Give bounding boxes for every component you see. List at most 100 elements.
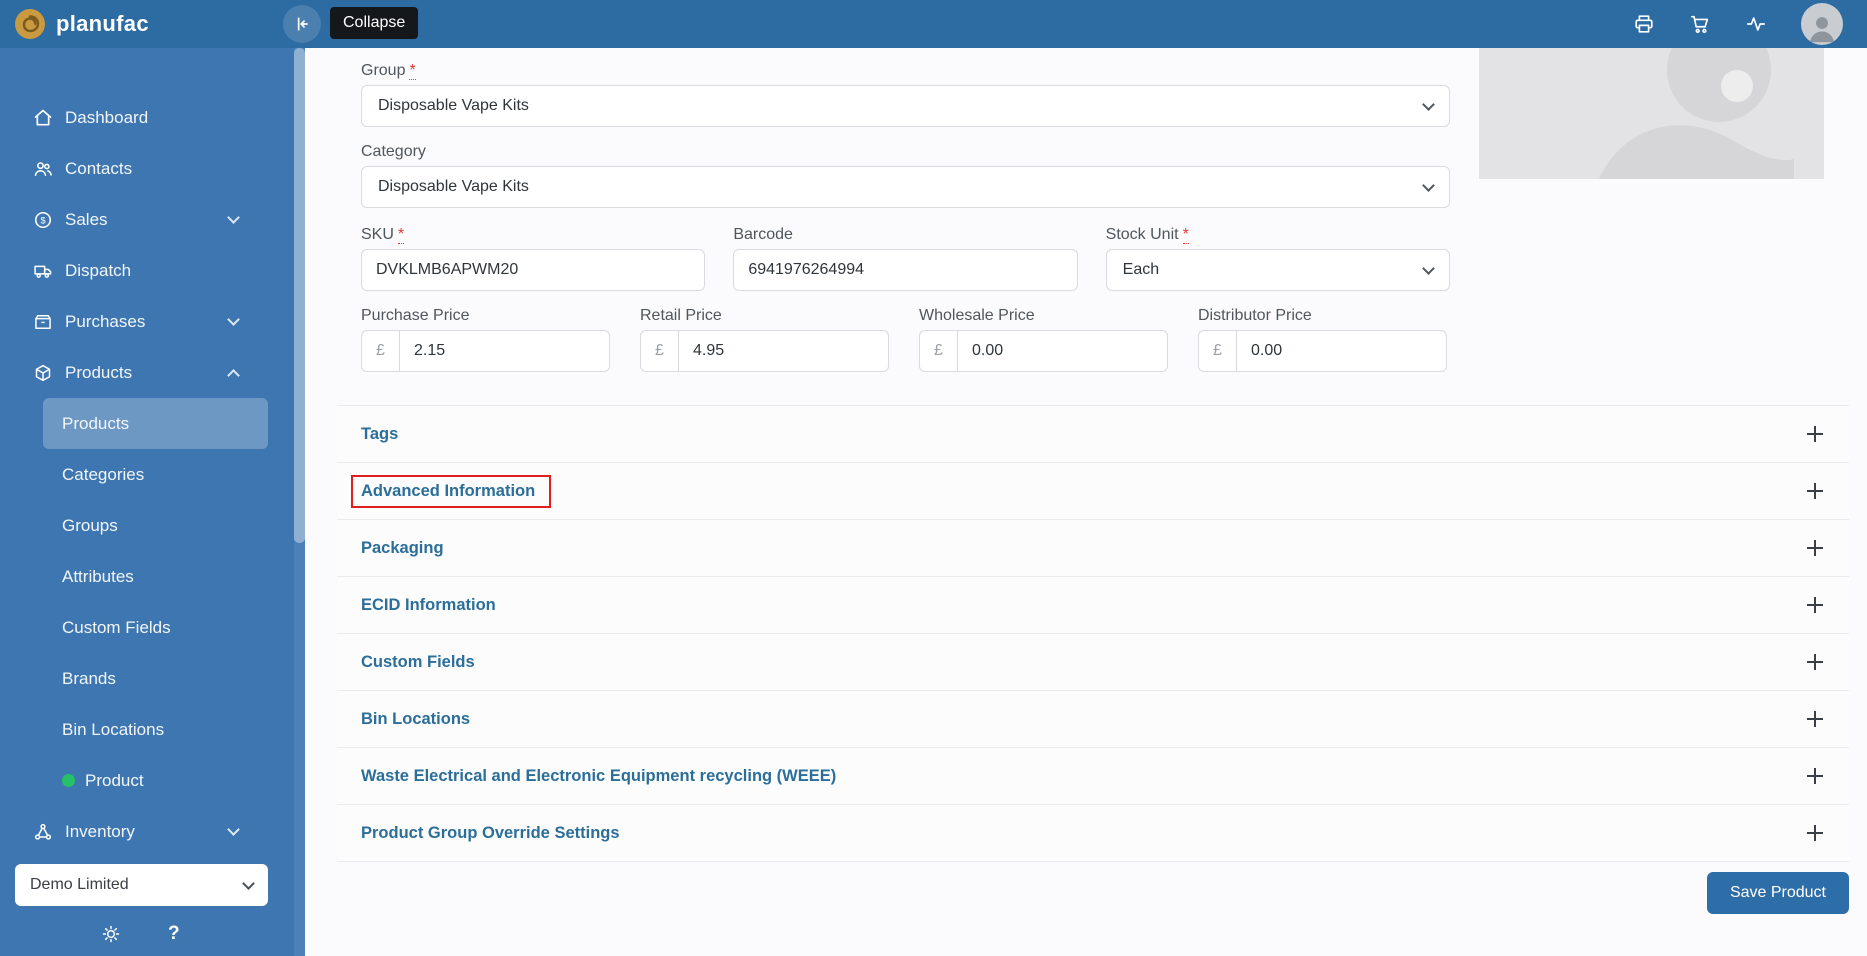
contacts-icon [33,159,55,179]
avatar[interactable] [1801,3,1843,45]
brand-name: planufac [56,11,149,36]
section-tags[interactable]: Tags [337,405,1849,462]
sidebar-item-label: Inventory [65,821,135,841]
section-weee[interactable]: Waste Electrical and Electronic Equipmen… [337,747,1849,804]
sidebar-item-label: Products [65,362,133,382]
sidebar-subitem-label: Custom Fields [62,617,171,637]
purchase-price-label: Purchase Price [361,307,470,324]
currency-prefix: £ [1198,330,1236,372]
plus-icon[interactable] [1807,540,1823,556]
sidebar-subitem-custom-fields[interactable]: Custom Fields [43,602,268,653]
distributor-price-input[interactable] [1236,330,1447,372]
barcode-input[interactable] [733,249,1078,291]
chevron-down-icon [227,211,240,224]
green-dot-icon [62,774,75,787]
sidebar-item-sales[interactable]: $ Sales [0,194,305,245]
section-product-group-override[interactable]: Product Group Override Settings [337,804,1849,861]
sidebar-subitem-label: Groups [62,515,118,535]
sidebar-subitem-categories[interactable]: Categories [43,449,268,500]
company-select-value: Demo Limited [30,876,129,893]
chevron-down-icon [1422,178,1435,192]
planufac-logo-icon [14,8,46,40]
printer-icon[interactable] [1633,13,1655,35]
sidebar-scrollbar[interactable] [294,48,305,956]
sidebar-item-label: Sales [65,209,108,229]
sidebar-subitem-attributes[interactable]: Attributes [43,551,268,602]
purchases-icon [33,312,55,332]
section-custom-fields[interactable]: Custom Fields [337,633,1849,690]
currency-prefix: £ [361,330,399,372]
sidebar-item-label: Dashboard [65,107,149,127]
sidebar-subitem-label: Brands [62,668,116,688]
stock-unit-select[interactable]: Each [1105,249,1450,291]
plus-icon[interactable] [1807,825,1823,841]
highlighted-section-label: Advanced Information [351,474,552,508]
chevron-down-icon [227,823,240,836]
section-advanced-information[interactable]: Advanced Information [337,462,1849,519]
group-select[interactable]: Disposable Vape Kits [361,85,1450,127]
plus-icon[interactable] [1807,768,1823,784]
sidebar-subitem-products[interactable]: Products [43,398,268,449]
activity-icon[interactable] [1745,13,1767,35]
required-asterisk: * [409,62,416,80]
distributor-price-label: Distributor Price [1198,307,1312,324]
purchase-price-input[interactable] [399,330,610,372]
sidebar-item-contacts[interactable]: Contacts [0,143,305,194]
save-product-button[interactable]: Save Product [1706,872,1849,914]
chevron-down-icon [1422,261,1435,275]
collapse-sidebar-button[interactable] [283,5,321,43]
plus-icon[interactable] [1807,597,1823,613]
sku-input[interactable] [361,249,706,291]
sidebar-subitem-label: Categories [62,464,145,484]
sidebar-subitem-brands[interactable]: Brands [43,653,268,704]
theme-toggle-button[interactable] [101,924,121,944]
retail-price-label: Retail Price [640,307,722,324]
plus-icon[interactable] [1807,654,1823,670]
sku-label: SKU * [361,226,405,244]
plus-icon[interactable] [1807,426,1823,442]
sidebar-item-purchases[interactable]: Purchases [0,296,305,347]
section-bin-locations[interactable]: Bin Locations [337,690,1849,747]
chevron-up-icon [227,368,240,382]
sidebar-subitem-product[interactable]: Product [43,755,268,806]
product-image-placeholder[interactable] [1479,48,1824,179]
required-asterisk: * [1182,226,1189,244]
collapse-icon [292,14,312,34]
products-icon [33,363,55,383]
sidebar-subitem-label: Product [85,770,144,790]
stock-unit-select-value: Each [1122,261,1160,278]
retail-price-input[interactable] [678,330,889,372]
barcode-label: Barcode [733,226,793,243]
sidebar-item-label: Purchases [65,311,146,331]
sidebar-item-products[interactable]: Products [0,347,305,398]
inventory-icon [33,822,55,842]
category-select[interactable]: Disposable Vape Kits [361,166,1450,208]
help-button[interactable]: ? [168,923,180,945]
plus-icon[interactable] [1807,483,1823,499]
group-select-value: Disposable Vape Kits [378,97,529,114]
section-packaging[interactable]: Packaging [337,519,1849,576]
sidebar: Dashboard Contacts $ Sales Dispatch Purc… [0,48,305,956]
sidebar-item-dashboard[interactable]: Dashboard [0,92,305,143]
wholesale-price-input[interactable] [957,330,1168,372]
company-select[interactable]: Demo Limited [15,864,268,906]
sidebar-subitem-groups[interactable]: Groups [43,500,268,551]
form-actions: Save Product [337,872,1849,914]
cart-icon[interactable] [1689,13,1711,35]
topbar: planufac Collapse [0,0,1867,48]
plus-icon[interactable] [1807,711,1823,727]
group-label: Group * [361,62,416,80]
sidebar-item-inventory[interactable]: Inventory [0,806,305,857]
sidebar-subitem-label: Products [62,413,130,433]
sidebar-item-dispatch[interactable]: Dispatch [0,245,305,296]
collapse-tooltip: Collapse [330,7,419,39]
category-select-value: Disposable Vape Kits [378,178,529,195]
chevron-down-icon [1422,97,1435,111]
section-ecid-information[interactable]: ECID Information [337,576,1849,633]
scrollbar-thumb[interactable] [294,48,305,543]
home-icon [33,108,55,128]
sidebar-subitem-label: Bin Locations [62,719,165,739]
sidebar-item-label: Contacts [65,158,133,178]
sidebar-item-label: Dispatch [65,260,132,280]
sidebar-subitem-bin-locations[interactable]: Bin Locations [43,704,268,755]
